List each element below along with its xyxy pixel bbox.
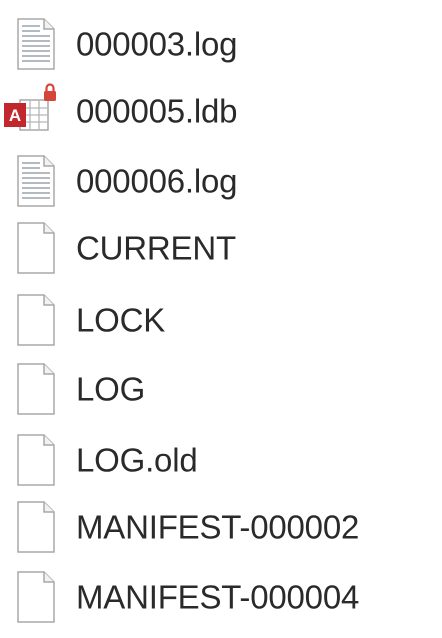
- file-item-manifest-000002[interactable]: MANIFEST-000002: [0, 499, 440, 555]
- file-name: 000003.log: [76, 25, 238, 63]
- blank-file-icon: [10, 292, 58, 348]
- blank-file-icon: [10, 569, 58, 625]
- svg-text:A: A: [9, 106, 21, 125]
- file-name: LOCK: [76, 301, 166, 339]
- text-document-icon: [10, 16, 58, 72]
- text-document-icon: [10, 153, 58, 209]
- file-item-log[interactable]: LOG: [0, 361, 440, 417]
- file-item-manifest-000004[interactable]: MANIFEST-000004: [0, 569, 440, 625]
- file-list: 000003.log A 000005.ldb 000006.log CURRE…: [0, 0, 442, 638]
- access-database-locked-icon: A: [0, 83, 62, 139]
- file-name: LOG: [76, 370, 146, 408]
- blank-file-icon: [10, 499, 58, 555]
- file-item-000005-ldb[interactable]: A 000005.ldb: [0, 83, 440, 139]
- file-name: CURRENT: [76, 229, 236, 267]
- file-name: MANIFEST-000004: [76, 578, 360, 616]
- file-name: 000006.log: [76, 162, 238, 200]
- blank-file-icon: [10, 432, 58, 488]
- file-item-000006-log[interactable]: 000006.log: [0, 153, 440, 209]
- blank-file-icon: [10, 220, 58, 276]
- file-item-lock[interactable]: LOCK: [0, 292, 440, 348]
- blank-file-icon: [10, 361, 58, 417]
- file-name: MANIFEST-000002: [76, 508, 360, 546]
- file-name: 000005.ldb: [76, 92, 238, 130]
- file-item-000003-log[interactable]: 000003.log: [0, 16, 440, 72]
- file-name: LOG.old: [76, 441, 198, 479]
- file-item-log-old[interactable]: LOG.old: [0, 432, 440, 488]
- file-item-current[interactable]: CURRENT: [0, 220, 440, 276]
